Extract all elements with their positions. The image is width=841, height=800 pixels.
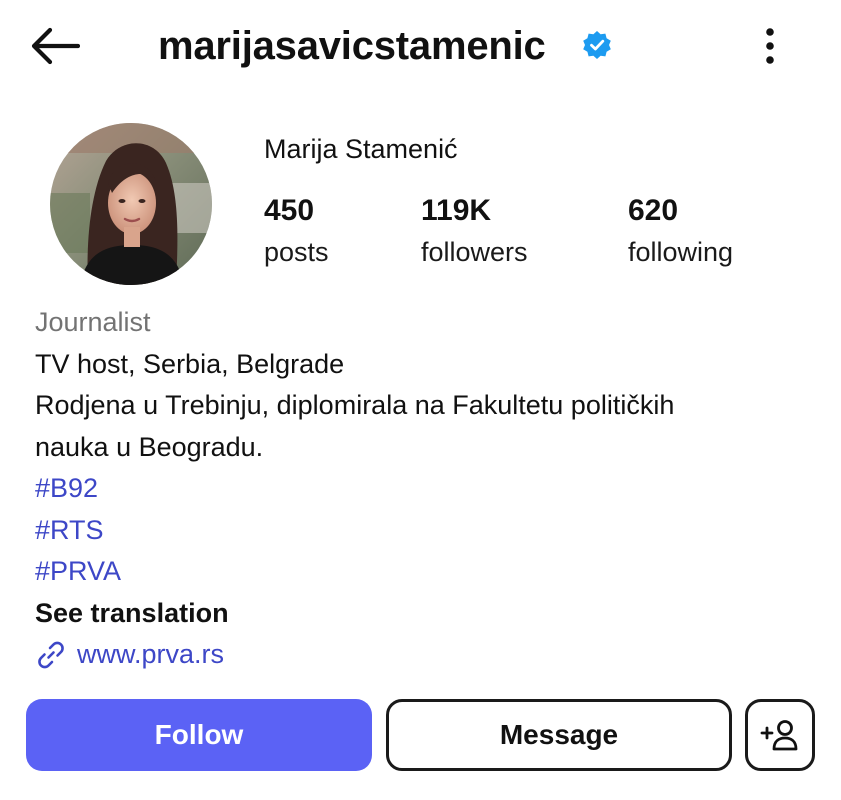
follow-button-label: Follow xyxy=(154,719,244,750)
back-arrow-icon xyxy=(31,27,80,65)
bio-line: nauka u Beogradu. xyxy=(35,431,264,462)
bio-line: Rodjena u Trebinju, diplomirala na Fakul… xyxy=(35,390,675,420)
followers-label: followers xyxy=(421,237,528,267)
follow-button[interactable]: Follow xyxy=(26,699,372,771)
message-button[interactable]: Message xyxy=(386,699,732,771)
hashtag-link[interactable]: #RTS xyxy=(35,510,815,552)
website-link-text: www.prva.rs xyxy=(77,639,225,669)
hashtag-link[interactable]: #B92 xyxy=(35,468,815,510)
avatar[interactable] xyxy=(50,123,212,285)
posts-label: posts xyxy=(264,237,329,267)
profile-username: marijasavicstamenic xyxy=(158,24,546,68)
following-stat[interactable]: 620 following xyxy=(628,193,733,269)
back-button[interactable] xyxy=(28,22,94,70)
link-icon xyxy=(38,641,64,669)
add-user-icon xyxy=(760,720,798,751)
message-button-label: Message xyxy=(499,719,619,750)
verified-badge-icon xyxy=(582,30,612,60)
hashtag-link[interactable]: #PRVA xyxy=(35,551,815,593)
profile-bio: Journalist TV host, Serbia, Belgrade Rod… xyxy=(35,302,815,676)
bio-line: TV host, Serbia, Belgrade xyxy=(35,348,345,379)
website-link[interactable]: www.prva.rs xyxy=(35,634,815,676)
following-label: following xyxy=(628,237,734,267)
see-translation-link[interactable]: See translation xyxy=(35,593,815,635)
followers-stat[interactable]: 119K followers xyxy=(421,193,528,269)
add-user-button[interactable] xyxy=(745,699,815,771)
following-count: 620 xyxy=(628,194,679,227)
followers-count: 119K xyxy=(421,194,492,227)
bio-category: Journalist xyxy=(35,307,151,337)
more-options-icon xyxy=(766,28,774,64)
more-options-button[interactable] xyxy=(752,22,788,70)
posts-count: 450 xyxy=(264,194,315,227)
posts-stat[interactable]: 450 posts xyxy=(264,193,329,269)
display-name: Marija Stamenić xyxy=(264,134,458,164)
